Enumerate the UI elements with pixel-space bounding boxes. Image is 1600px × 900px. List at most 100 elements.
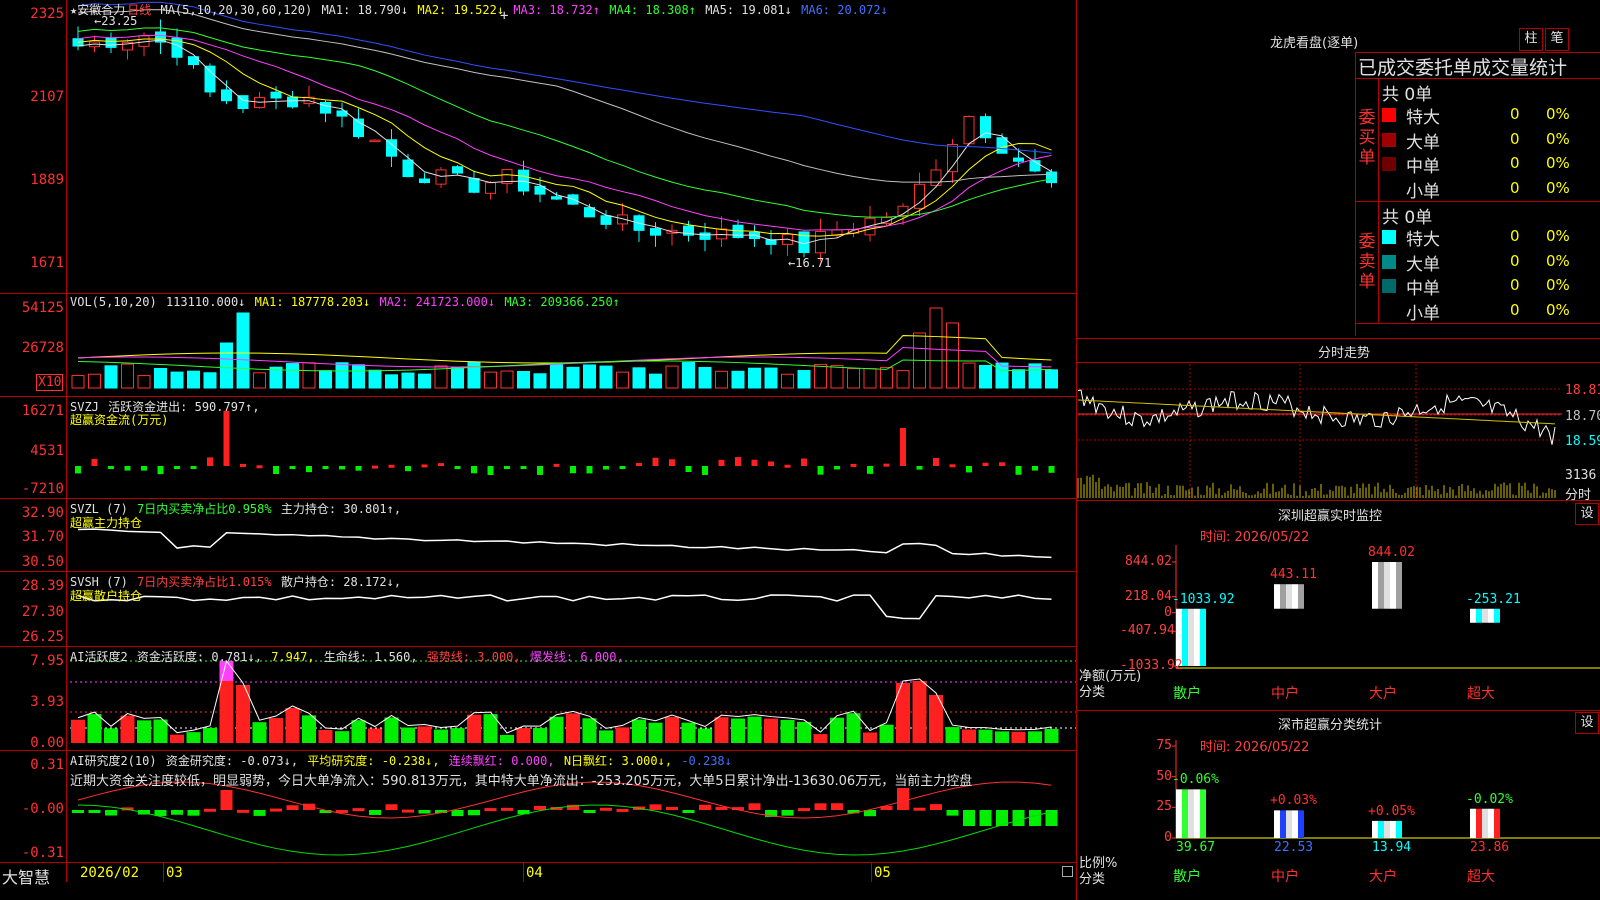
volume-bar xyxy=(1012,369,1025,389)
volume-bar xyxy=(220,342,233,389)
research-bar xyxy=(418,810,431,814)
bar-mode-button[interactable]: 柱 xyxy=(1519,28,1543,51)
candle-body xyxy=(600,215,612,225)
class-time: 时间: 2026/05/22 xyxy=(1200,740,1310,755)
order-percent: 0% xyxy=(1546,178,1570,197)
fund-flow-bar xyxy=(834,466,840,470)
bar-axis-tick: 75 xyxy=(1156,738,1172,753)
fund-flow-bar xyxy=(718,459,725,466)
research-bar xyxy=(534,805,546,810)
research-bar xyxy=(220,790,233,810)
class-settings-button[interactable]: 设 xyxy=(1575,712,1599,734)
activity-bar xyxy=(978,729,993,743)
main-info-bar: ★安徽合力 日线 MA(5,10,20,30,60,120) MA1: 18.79… xyxy=(70,1,890,18)
bar-value-label: -0.06% xyxy=(1172,772,1219,788)
class-axis-label2: 分类 xyxy=(1079,872,1106,887)
research-bar xyxy=(798,808,810,812)
order-count: 0 xyxy=(1510,154,1520,172)
category-bar xyxy=(1470,808,1500,838)
bar-slice xyxy=(1378,820,1384,838)
pen-mode-button[interactable]: 笔 xyxy=(1545,28,1569,51)
ma3-value: MA3: 18.732↑ xyxy=(513,3,601,17)
ma4-value: MA4: 18.308↑ xyxy=(609,3,696,17)
order-count: 0 xyxy=(1510,227,1520,245)
research-bar xyxy=(1029,810,1041,826)
bar-value-label: +0.03% xyxy=(1270,793,1317,809)
bar-axis-tick: 844.02 xyxy=(1125,554,1172,569)
monitor-time: 时间: 2026/05/22 xyxy=(1200,530,1310,545)
bar-axis-tick: 50 xyxy=(1156,768,1172,784)
activity-bar xyxy=(731,718,745,743)
order-count: 0 xyxy=(1510,178,1520,197)
fund-flow-bar xyxy=(586,466,593,474)
fund-flow-bar xyxy=(240,463,246,467)
volume-bar xyxy=(946,322,959,389)
activity-bar xyxy=(153,719,168,743)
research-bar xyxy=(204,808,216,812)
fund-flow-bar xyxy=(322,466,329,469)
fund-flow-bar xyxy=(735,457,741,466)
research-bar xyxy=(963,810,975,826)
volume-bar xyxy=(1028,363,1042,389)
bar-slice xyxy=(1298,810,1304,838)
volume-bar xyxy=(566,366,580,389)
intraday-title: 分时走势 xyxy=(1318,346,1371,361)
volume-bar xyxy=(368,369,382,389)
activity-bar xyxy=(879,724,894,743)
candle-body xyxy=(435,169,447,185)
activity-bar xyxy=(533,728,547,743)
volume-bar xyxy=(896,370,910,389)
activity-bar xyxy=(632,719,646,743)
fund-flow-bar xyxy=(372,465,378,469)
activity-bar xyxy=(764,718,778,743)
fund-flow-bar xyxy=(999,462,1005,466)
volume-bar xyxy=(847,368,860,389)
research-bar xyxy=(781,810,794,816)
fund-flow-bar xyxy=(421,464,428,468)
volume-bar xyxy=(616,371,629,389)
candle-body xyxy=(221,89,232,102)
bar-slice xyxy=(1378,562,1384,609)
activity-bar xyxy=(252,722,267,743)
ma-line xyxy=(77,34,1052,231)
activity-bar xyxy=(813,734,828,743)
category-bar xyxy=(1470,608,1500,623)
activity-bar xyxy=(285,708,300,743)
research-bar xyxy=(501,807,513,811)
order-type-label: 特大 xyxy=(1406,108,1440,128)
volume-bar xyxy=(682,362,695,389)
bar-slice xyxy=(1384,562,1390,609)
volume-bar xyxy=(979,364,992,389)
lock-icon[interactable] xyxy=(1062,866,1073,877)
category-label: 超大 xyxy=(1467,869,1495,885)
fund-flow-bar xyxy=(537,466,543,475)
order-type-label: 小单 xyxy=(1406,303,1440,324)
activity-bar xyxy=(318,729,333,743)
research-bar xyxy=(451,810,464,817)
bar-slice xyxy=(1298,584,1304,609)
fund-flow-bar xyxy=(75,466,81,474)
bar-slice xyxy=(1396,820,1402,838)
monitor-settings-button[interactable]: 设 xyxy=(1575,503,1599,525)
ai-active-info-bar: AI活跃度2 资金活跃度: 0.781↓, 7.947, 生命线: 1.560,… xyxy=(70,650,624,664)
ma5-value: MA5: 19.081↓ xyxy=(705,3,792,17)
volume-bar xyxy=(533,373,547,389)
activity-bar xyxy=(582,718,597,743)
monitor-title: 深圳超赢实时监控 xyxy=(1278,509,1383,524)
volume-bar xyxy=(302,362,316,389)
order-percent: 0% xyxy=(1546,251,1570,270)
candle-body xyxy=(716,228,727,240)
activity-bar xyxy=(912,681,927,743)
volume-bar xyxy=(418,373,431,389)
ma2-value: MA2: 19.522↓ xyxy=(417,3,505,17)
candle-body xyxy=(287,96,298,108)
buy-total: 共 0单 xyxy=(1382,85,1433,105)
volume-bar xyxy=(698,366,712,389)
activity-bar xyxy=(1028,731,1042,743)
bar-slice xyxy=(1470,608,1476,623)
bar-slice xyxy=(1470,808,1476,838)
longhu-title: 龙虎看盘(逐单) xyxy=(1270,36,1359,51)
activity-bar xyxy=(1011,731,1026,743)
fund-flow-bar xyxy=(289,466,296,469)
volume-bar xyxy=(550,362,563,389)
